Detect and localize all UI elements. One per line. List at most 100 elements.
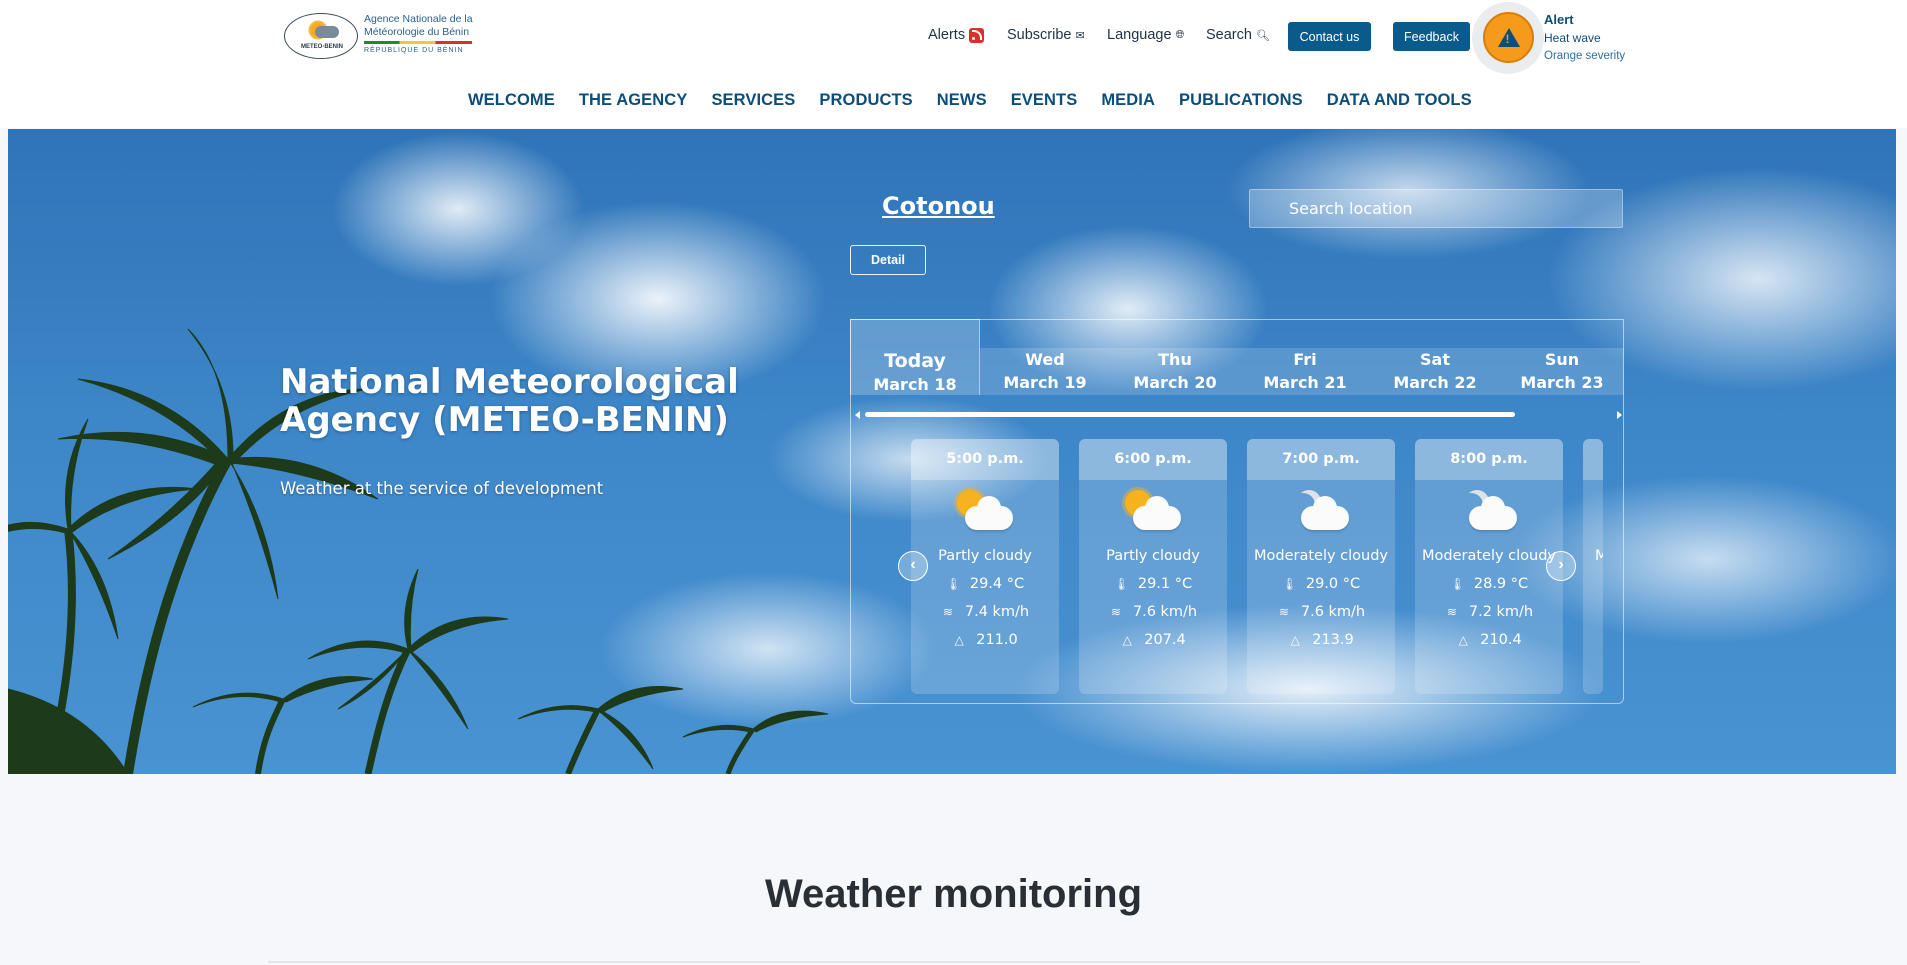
- envelope-icon: ✉: [1075, 29, 1085, 42]
- tab-fri[interactable]: Fri March 21: [1240, 348, 1370, 395]
- wind-value: 7.2 km/h: [1468, 604, 1534, 620]
- scroll-thumb[interactable]: [865, 412, 1515, 417]
- section-title: Weather monitoring: [764, 872, 1143, 916]
- bell-icon: △: [1290, 633, 1300, 647]
- scroll-right-arrow[interactable]: [1617, 411, 1622, 419]
- flag-bar: [364, 41, 472, 44]
- wind-icon: ≋: [942, 605, 953, 619]
- meteo-benin-seal: METEO-BENIN: [284, 13, 358, 59]
- condition-label: Partly cloudy: [938, 548, 1032, 564]
- wind-icon: ≋: [1110, 605, 1121, 619]
- detail-button[interactable]: Detail: [850, 245, 926, 275]
- tab-thu[interactable]: Thu March 20: [1110, 348, 1240, 395]
- nav-services[interactable]: SERVICES: [711, 91, 795, 110]
- alerts-link[interactable]: Alerts: [928, 27, 985, 43]
- partly-cloudy-day-icon: [1123, 488, 1183, 538]
- partly-cloudy-day-icon: [955, 488, 1015, 538]
- alert-title: Alert: [1544, 12, 1574, 27]
- tab-wed[interactable]: Wed March 19: [980, 348, 1110, 395]
- page: METEO-BENIN Agence Nationale de la Météo…: [0, 0, 1907, 965]
- globe-icon: 🌐︎: [1175, 28, 1185, 41]
- tab-sat[interactable]: Sat March 22: [1370, 348, 1500, 395]
- hour-card: 5:00 p.m. Partly cloudy 🌡︎ 29.4 °C ≋ 7.4 k…: [911, 439, 1059, 694]
- alerts-label: Alerts: [928, 27, 966, 43]
- thermometer-icon: 🌡︎: [1449, 577, 1466, 591]
- nav-publications[interactable]: PUBLICATIONS: [1179, 91, 1303, 110]
- contact-us-button[interactable]: Contact us: [1288, 22, 1371, 51]
- pressure-value: 207.4: [1144, 632, 1186, 648]
- nav-media[interactable]: MEDIA: [1101, 91, 1155, 110]
- main-nav: WELCOME THE AGENCY SERVICES PRODUCTS NEW…: [0, 74, 1907, 128]
- warning-icon: !: [1497, 28, 1520, 47]
- temperature-value: 28.9 °C: [1473, 576, 1529, 592]
- subscribe-link[interactable]: Subscribe ✉: [1007, 27, 1085, 43]
- search-link[interactable]: Search 🔍︎: [1206, 27, 1270, 43]
- alert-type: Heat wave: [1544, 31, 1601, 45]
- nav-the-agency[interactable]: THE AGENCY: [579, 91, 688, 110]
- subscribe-label: Subscribe: [1007, 27, 1072, 43]
- condition-label: M: [1595, 548, 1603, 564]
- tab-scrollbar[interactable]: [855, 411, 1622, 419]
- language-label: Language: [1107, 27, 1172, 43]
- hour-card: 6:00 p.m. Partly cloudy 🌡︎ 29.1 °C ≋ 7.6 k…: [1079, 439, 1227, 694]
- bell-icon: △: [954, 633, 964, 647]
- location-search-input[interactable]: Search location: [1249, 189, 1623, 228]
- hour-card: 7:00 p.m. Moderately cloudy 🌡︎ 29.0 °C ≋ 7…: [1247, 439, 1395, 694]
- condition-label: Moderately cloudy: [1421, 548, 1557, 564]
- thermometer-icon: 🌡︎: [1113, 577, 1130, 591]
- hour-time: 8:00 p.m.: [1415, 439, 1563, 480]
- nav-data-and-tools[interactable]: DATA AND TOOLS: [1327, 91, 1472, 110]
- city-link[interactable]: Cotonou: [882, 192, 995, 220]
- site-logo[interactable]: METEO-BENIN Agence Nationale de la Météo…: [284, 10, 476, 60]
- nav-events[interactable]: EVENTS: [1011, 91, 1078, 110]
- nav-news[interactable]: NEWS: [937, 91, 987, 110]
- alert-severity: Orange severity: [1544, 50, 1626, 62]
- thermometer-icon: 🌡︎: [945, 577, 962, 591]
- search-label: Search: [1206, 27, 1252, 43]
- day-tabs: Today March 18 Wed March 19 Thu March 20…: [850, 319, 1624, 395]
- temperature-value: 29.0 °C: [1305, 576, 1361, 592]
- wind-icon: ≋: [1278, 605, 1289, 619]
- logo-title: Agence Nationale de la Météorologie du B…: [364, 13, 473, 38]
- hour-card-partial: M: [1583, 439, 1603, 694]
- tab-sun[interactable]: Sun March 23: [1500, 348, 1624, 395]
- wind-icon: ≋: [1446, 605, 1457, 619]
- pressure-value: 211.0: [976, 632, 1018, 648]
- bell-icon: △: [1458, 633, 1468, 647]
- nav-welcome[interactable]: WELCOME: [468, 91, 555, 110]
- next-hours-button[interactable]: ›: [1546, 551, 1576, 581]
- temperature-value: 29.4 °C: [969, 576, 1025, 592]
- cloudy-night-icon: [1459, 488, 1519, 538]
- bell-icon: △: [1122, 633, 1132, 647]
- nav-products[interactable]: PRODUCTS: [819, 91, 912, 110]
- palm-trees-image: [8, 328, 829, 774]
- pressure-value: 210.4: [1480, 632, 1522, 648]
- wind-value: 7.4 km/h: [964, 604, 1030, 620]
- section-divider: [268, 961, 1640, 963]
- scroll-left-arrow[interactable]: [855, 411, 860, 419]
- condition-label: Partly cloudy: [1106, 548, 1200, 564]
- logo-subtitle: RÉPUBLIQUE DU BÉNIN: [364, 47, 464, 54]
- hour-time: 6:00 p.m.: [1079, 439, 1227, 480]
- cloudy-night-icon: [1291, 488, 1351, 538]
- rss-icon: [969, 27, 985, 43]
- top-header: METEO-BENIN Agence Nationale de la Météo…: [0, 0, 1907, 74]
- thermometer-icon: 🌡︎: [1281, 577, 1298, 591]
- language-link[interactable]: Language 🌐︎: [1107, 27, 1184, 43]
- wind-value: 7.6 km/h: [1132, 604, 1198, 620]
- hour-time: 7:00 p.m.: [1247, 439, 1395, 480]
- hour-card: 8:00 p.m. Moderately cloudy 🌡︎ 28.9 °C ≋ 7…: [1415, 439, 1563, 694]
- alert-summary[interactable]: Alert Heat wave Orange severity: [1544, 11, 1625, 65]
- condition-label: Moderately cloudy: [1253, 548, 1389, 564]
- feedback-button[interactable]: Feedback: [1393, 22, 1470, 51]
- hero-banner: National Meteorological Agency (METEO-BE…: [8, 129, 1896, 774]
- alert-badge[interactable]: !: [1483, 12, 1534, 63]
- temperature-value: 29.1 °C: [1137, 576, 1193, 592]
- hero-title: National Meteorological Agency (METEO-BE…: [280, 362, 739, 440]
- hour-time: 5:00 p.m.: [911, 439, 1059, 480]
- wind-value: 7.6 km/h: [1300, 604, 1366, 620]
- pressure-value: 213.9: [1312, 632, 1354, 648]
- search-icon: 🔍︎: [1255, 29, 1270, 42]
- tab-today[interactable]: Today March 18: [850, 319, 980, 395]
- prev-hours-button[interactable]: ‹: [898, 551, 928, 581]
